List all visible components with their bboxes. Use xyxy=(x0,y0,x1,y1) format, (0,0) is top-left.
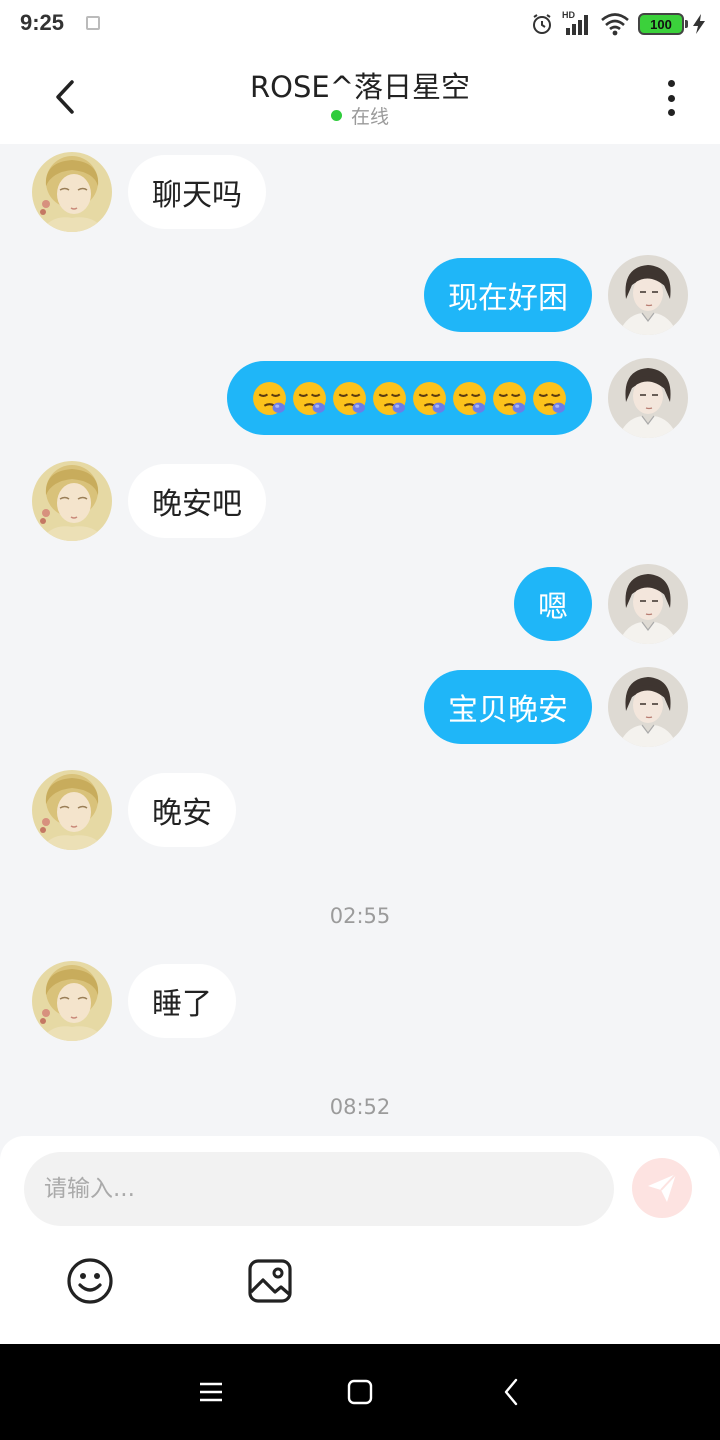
message-received: 晚安吧 xyxy=(32,461,266,541)
sleepy-face-icon xyxy=(411,380,448,417)
home-icon xyxy=(347,1379,373,1405)
message-sent: 宝贝晚安 xyxy=(424,667,688,747)
sleepy-face-icon xyxy=(291,380,328,417)
message-bubble[interactable]: 聊天吗 xyxy=(128,155,266,229)
battery-icon: 100 xyxy=(638,13,688,35)
contact-avatar[interactable] xyxy=(32,770,112,850)
message-bubble[interactable]: 嗯 xyxy=(514,567,592,641)
message-received: 晚安 xyxy=(32,770,236,850)
charging-icon xyxy=(693,14,705,34)
contact-name: ROSE^落日星空 xyxy=(249,70,470,104)
timestamp: 02:55 xyxy=(329,904,391,928)
online-status: 在线 xyxy=(0,102,720,129)
my-avatar[interactable] xyxy=(608,564,688,644)
notification-icon xyxy=(86,16,100,30)
alarm-icon xyxy=(533,14,551,34)
sleepy-face-icon xyxy=(531,380,568,417)
paper-plane-icon xyxy=(648,1173,677,1202)
more-options-button[interactable] xyxy=(648,78,694,118)
image-icon[interactable] xyxy=(245,1256,295,1306)
message-sent xyxy=(227,358,688,438)
sleepy-face-icon xyxy=(331,380,368,417)
sleepy-face-icon xyxy=(251,380,288,417)
input-panel xyxy=(0,1136,720,1344)
timestamp: 08:52 xyxy=(329,1095,391,1119)
message-received: 睡了 xyxy=(32,961,236,1041)
status-bar: 9:25 HD 100 xyxy=(0,0,720,50)
online-dot xyxy=(330,110,342,121)
my-avatar[interactable] xyxy=(608,358,688,438)
wifi-icon xyxy=(601,13,629,36)
contact-avatar[interactable] xyxy=(32,461,112,541)
message-bubble[interactable]: 现在好困 xyxy=(424,258,592,332)
menu-button[interactable] xyxy=(191,1374,231,1410)
status-time: 9:25 xyxy=(20,10,65,35)
message-received: 聊天吗 xyxy=(32,152,266,232)
smiley-icon[interactable] xyxy=(65,1256,115,1306)
more-vertical-icon xyxy=(667,80,675,87)
my-avatar[interactable] xyxy=(608,255,688,335)
sleepy-face-icon xyxy=(371,380,408,417)
home-button[interactable] xyxy=(340,1374,380,1410)
message-sent: 嗯 xyxy=(514,564,688,644)
signal-icon: HD xyxy=(562,10,592,36)
online-status-text: 在线 xyxy=(350,106,389,128)
battery-level: 100 xyxy=(650,16,672,32)
chat-header: ROSE^落日星空 在线 xyxy=(0,50,720,144)
sleepy-face-icon xyxy=(451,380,488,417)
message-bubble[interactable]: 晚安吧 xyxy=(128,464,266,538)
message-sent: 现在好困 xyxy=(424,255,688,335)
message-bubble[interactable]: 睡了 xyxy=(128,964,236,1038)
message-bubble[interactable]: 宝贝晚安 xyxy=(424,670,592,744)
sleepy-face-icon xyxy=(491,380,528,417)
my-avatar[interactable] xyxy=(608,667,688,747)
contact-avatar[interactable] xyxy=(32,152,112,232)
message-bubble[interactable]: 晚安 xyxy=(128,773,236,847)
navigation-bar xyxy=(0,1344,720,1440)
system-back-button[interactable] xyxy=(491,1374,531,1410)
menu-icon xyxy=(200,1382,222,1402)
emoji-message-bubble[interactable] xyxy=(227,361,592,435)
send-button[interactable] xyxy=(632,1158,692,1218)
message-input[interactable] xyxy=(24,1152,614,1226)
back-icon xyxy=(504,1378,518,1406)
contact-avatar[interactable] xyxy=(32,961,112,1041)
